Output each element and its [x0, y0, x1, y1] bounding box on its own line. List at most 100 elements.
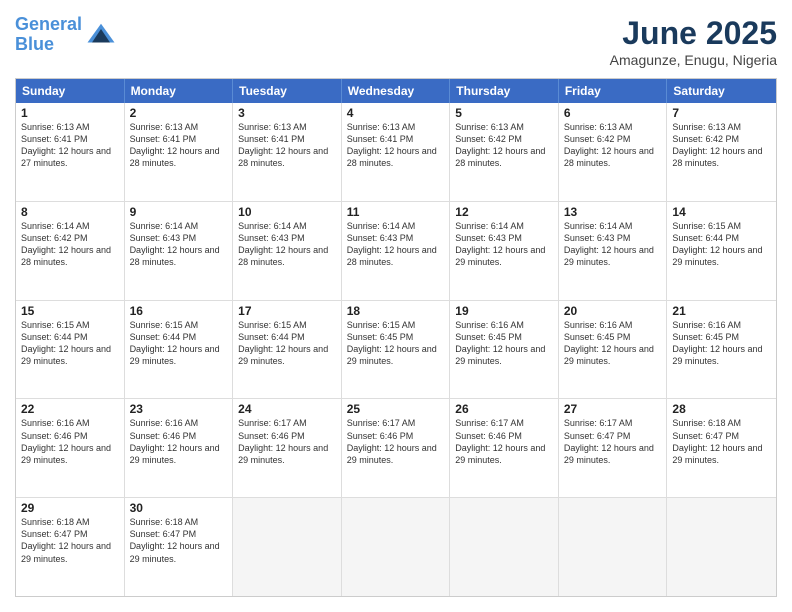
cell-info: Sunrise: 6:13 AMSunset: 6:42 PMDaylight:… — [672, 122, 762, 168]
day-number: 21 — [672, 304, 771, 318]
month-year: June 2025 — [610, 15, 777, 52]
calendar-body: 1 Sunrise: 6:13 AMSunset: 6:41 PMDayligh… — [16, 103, 776, 596]
page: General Blue June 2025 Amagunze, Enugu, … — [0, 0, 792, 612]
day-number: 19 — [455, 304, 553, 318]
calendar-cell-r1-c3: 11 Sunrise: 6:14 AMSunset: 6:43 PMDaylig… — [342, 202, 451, 300]
calendar-cell-r3-c2: 24 Sunrise: 6:17 AMSunset: 6:46 PMDaylig… — [233, 399, 342, 497]
calendar-cell-r2-c3: 18 Sunrise: 6:15 AMSunset: 6:45 PMDaylig… — [342, 301, 451, 399]
calendar-cell-r2-c0: 15 Sunrise: 6:15 AMSunset: 6:44 PMDaylig… — [16, 301, 125, 399]
logo-general: General — [15, 14, 82, 34]
day-number: 11 — [347, 205, 445, 219]
calendar-cell-r2-c1: 16 Sunrise: 6:15 AMSunset: 6:44 PMDaylig… — [125, 301, 234, 399]
header-sunday: Sunday — [16, 79, 125, 103]
day-number: 14 — [672, 205, 771, 219]
cell-info: Sunrise: 6:16 AMSunset: 6:45 PMDaylight:… — [564, 320, 654, 366]
calendar-row-2: 15 Sunrise: 6:15 AMSunset: 6:44 PMDaylig… — [16, 301, 776, 400]
calendar-cell-r4-c1: 30 Sunrise: 6:18 AMSunset: 6:47 PMDaylig… — [125, 498, 234, 596]
day-number: 16 — [130, 304, 228, 318]
cell-info: Sunrise: 6:13 AMSunset: 6:41 PMDaylight:… — [21, 122, 111, 168]
day-number: 29 — [21, 501, 119, 515]
calendar-cell-r4-c4 — [450, 498, 559, 596]
calendar-cell-r4-c3 — [342, 498, 451, 596]
day-number: 7 — [672, 106, 771, 120]
cell-info: Sunrise: 6:13 AMSunset: 6:42 PMDaylight:… — [455, 122, 545, 168]
calendar-cell-r0-c5: 6 Sunrise: 6:13 AMSunset: 6:42 PMDayligh… — [559, 103, 668, 201]
header-thursday: Thursday — [450, 79, 559, 103]
calendar-cell-r4-c6 — [667, 498, 776, 596]
calendar-cell-r0-c2: 3 Sunrise: 6:13 AMSunset: 6:41 PMDayligh… — [233, 103, 342, 201]
day-number: 20 — [564, 304, 662, 318]
day-number: 4 — [347, 106, 445, 120]
day-number: 5 — [455, 106, 553, 120]
day-number: 12 — [455, 205, 553, 219]
calendar-row-1: 8 Sunrise: 6:14 AMSunset: 6:42 PMDayligh… — [16, 202, 776, 301]
calendar-cell-r0-c0: 1 Sunrise: 6:13 AMSunset: 6:41 PMDayligh… — [16, 103, 125, 201]
calendar-cell-r1-c2: 10 Sunrise: 6:14 AMSunset: 6:43 PMDaylig… — [233, 202, 342, 300]
calendar-cell-r0-c1: 2 Sunrise: 6:13 AMSunset: 6:41 PMDayligh… — [125, 103, 234, 201]
logo: General Blue — [15, 15, 116, 55]
header-friday: Friday — [559, 79, 668, 103]
logo-text: General Blue — [15, 15, 82, 55]
cell-info: Sunrise: 6:14 AMSunset: 6:43 PMDaylight:… — [130, 221, 220, 267]
calendar-cell-r4-c2 — [233, 498, 342, 596]
calendar-cell-r3-c0: 22 Sunrise: 6:16 AMSunset: 6:46 PMDaylig… — [16, 399, 125, 497]
calendar-cell-r0-c3: 4 Sunrise: 6:13 AMSunset: 6:41 PMDayligh… — [342, 103, 451, 201]
calendar-row-4: 29 Sunrise: 6:18 AMSunset: 6:47 PMDaylig… — [16, 498, 776, 596]
day-number: 1 — [21, 106, 119, 120]
calendar-cell-r0-c6: 7 Sunrise: 6:13 AMSunset: 6:42 PMDayligh… — [667, 103, 776, 201]
calendar-cell-r3-c4: 26 Sunrise: 6:17 AMSunset: 6:46 PMDaylig… — [450, 399, 559, 497]
cell-info: Sunrise: 6:15 AMSunset: 6:44 PMDaylight:… — [238, 320, 328, 366]
day-number: 2 — [130, 106, 228, 120]
cell-info: Sunrise: 6:14 AMSunset: 6:43 PMDaylight:… — [238, 221, 328, 267]
calendar-header: Sunday Monday Tuesday Wednesday Thursday… — [16, 79, 776, 103]
header-tuesday: Tuesday — [233, 79, 342, 103]
calendar-cell-r2-c6: 21 Sunrise: 6:16 AMSunset: 6:45 PMDaylig… — [667, 301, 776, 399]
cell-info: Sunrise: 6:15 AMSunset: 6:44 PMDaylight:… — [130, 320, 220, 366]
day-number: 18 — [347, 304, 445, 318]
cell-info: Sunrise: 6:15 AMSunset: 6:44 PMDaylight:… — [21, 320, 111, 366]
cell-info: Sunrise: 6:18 AMSunset: 6:47 PMDaylight:… — [130, 517, 220, 563]
title-area: June 2025 Amagunze, Enugu, Nigeria — [610, 15, 777, 68]
day-number: 22 — [21, 402, 119, 416]
cell-info: Sunrise: 6:14 AMSunset: 6:43 PMDaylight:… — [564, 221, 654, 267]
calendar-cell-r1-c4: 12 Sunrise: 6:14 AMSunset: 6:43 PMDaylig… — [450, 202, 559, 300]
day-number: 6 — [564, 106, 662, 120]
header-wednesday: Wednesday — [342, 79, 451, 103]
calendar-cell-r3-c1: 23 Sunrise: 6:16 AMSunset: 6:46 PMDaylig… — [125, 399, 234, 497]
cell-info: Sunrise: 6:13 AMSunset: 6:42 PMDaylight:… — [564, 122, 654, 168]
calendar-cell-r1-c1: 9 Sunrise: 6:14 AMSunset: 6:43 PMDayligh… — [125, 202, 234, 300]
calendar-cell-r1-c6: 14 Sunrise: 6:15 AMSunset: 6:44 PMDaylig… — [667, 202, 776, 300]
cell-info: Sunrise: 6:17 AMSunset: 6:46 PMDaylight:… — [455, 418, 545, 464]
location: Amagunze, Enugu, Nigeria — [610, 52, 777, 68]
calendar-row-0: 1 Sunrise: 6:13 AMSunset: 6:41 PMDayligh… — [16, 103, 776, 202]
calendar-cell-r1-c0: 8 Sunrise: 6:14 AMSunset: 6:42 PMDayligh… — [16, 202, 125, 300]
cell-info: Sunrise: 6:14 AMSunset: 6:43 PMDaylight:… — [347, 221, 437, 267]
calendar-cell-r4-c0: 29 Sunrise: 6:18 AMSunset: 6:47 PMDaylig… — [16, 498, 125, 596]
cell-info: Sunrise: 6:17 AMSunset: 6:46 PMDaylight:… — [238, 418, 328, 464]
day-number: 17 — [238, 304, 336, 318]
calendar-cell-r2-c2: 17 Sunrise: 6:15 AMSunset: 6:44 PMDaylig… — [233, 301, 342, 399]
header-monday: Monday — [125, 79, 234, 103]
cell-info: Sunrise: 6:18 AMSunset: 6:47 PMDaylight:… — [21, 517, 111, 563]
cell-info: Sunrise: 6:15 AMSunset: 6:45 PMDaylight:… — [347, 320, 437, 366]
day-number: 25 — [347, 402, 445, 416]
cell-info: Sunrise: 6:13 AMSunset: 6:41 PMDaylight:… — [347, 122, 437, 168]
logo-blue: Blue — [15, 34, 54, 54]
cell-info: Sunrise: 6:17 AMSunset: 6:46 PMDaylight:… — [347, 418, 437, 464]
logo-icon — [86, 20, 116, 50]
calendar-cell-r3-c6: 28 Sunrise: 6:18 AMSunset: 6:47 PMDaylig… — [667, 399, 776, 497]
cell-info: Sunrise: 6:16 AMSunset: 6:45 PMDaylight:… — [672, 320, 762, 366]
day-number: 26 — [455, 402, 553, 416]
day-number: 8 — [21, 205, 119, 219]
day-number: 23 — [130, 402, 228, 416]
calendar-cell-r0-c4: 5 Sunrise: 6:13 AMSunset: 6:42 PMDayligh… — [450, 103, 559, 201]
calendar-cell-r2-c4: 19 Sunrise: 6:16 AMSunset: 6:45 PMDaylig… — [450, 301, 559, 399]
calendar-cell-r1-c5: 13 Sunrise: 6:14 AMSunset: 6:43 PMDaylig… — [559, 202, 668, 300]
cell-info: Sunrise: 6:18 AMSunset: 6:47 PMDaylight:… — [672, 418, 762, 464]
day-number: 13 — [564, 205, 662, 219]
header: General Blue June 2025 Amagunze, Enugu, … — [15, 15, 777, 68]
cell-info: Sunrise: 6:13 AMSunset: 6:41 PMDaylight:… — [238, 122, 328, 168]
cell-info: Sunrise: 6:15 AMSunset: 6:44 PMDaylight:… — [672, 221, 762, 267]
calendar-row-3: 22 Sunrise: 6:16 AMSunset: 6:46 PMDaylig… — [16, 399, 776, 498]
day-number: 15 — [21, 304, 119, 318]
